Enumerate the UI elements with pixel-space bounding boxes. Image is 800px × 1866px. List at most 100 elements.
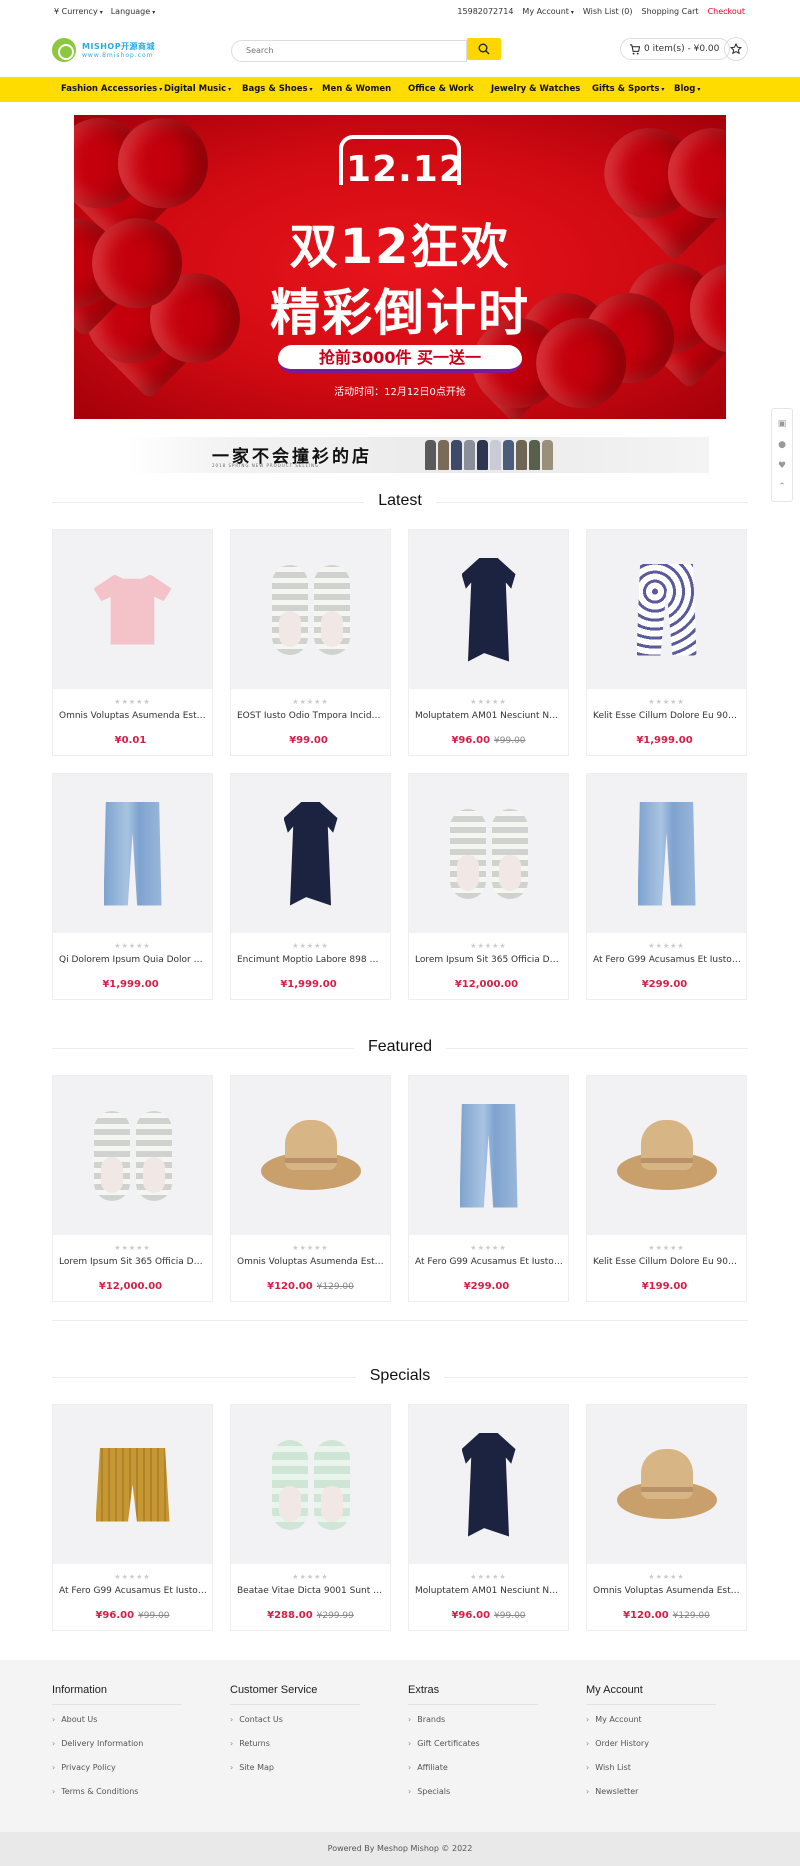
promo-banner[interactable]: 12.12 双12狂欢 精彩倒计时 抢前3000件 买一送一 活动时间：12月1…: [74, 115, 726, 419]
chevron-down-icon: ▾: [159, 86, 163, 93]
footer-link[interactable]: Privacy Policy: [52, 1763, 202, 1772]
nav-item-jewelry-watches[interactable]: Jewelry & Watches: [491, 84, 580, 94]
product-image[interactable]: [53, 1405, 212, 1564]
product-image[interactable]: [53, 774, 212, 933]
product-card[interactable]: ★★★★★ Lorem Ipsum Sit 365 Officia Dolor.…: [408, 773, 569, 1000]
product-image[interactable]: [231, 774, 390, 933]
product-name[interactable]: Lorem Ipsum Sit 365 Officia Dolor...: [415, 955, 563, 965]
nav-item-blog[interactable]: Blog ▾: [674, 84, 700, 94]
product-image[interactable]: [231, 530, 390, 689]
product-image[interactable]: [587, 774, 746, 933]
product-name[interactable]: Kelit Esse Cillum Dolore Eu 909 ...: [593, 1257, 741, 1267]
language-dropdown[interactable]: Language ▾: [111, 7, 156, 16]
product-card[interactable]: ★★★★★ At Fero G99 Acusamus Et Iusto ... …: [52, 1404, 213, 1631]
product-image[interactable]: [587, 1405, 746, 1564]
search-button[interactable]: [467, 38, 501, 60]
footer-link[interactable]: Newsletter: [586, 1787, 736, 1796]
product-name[interactable]: Lorem Ipsum Sit 365 Officia Dolor...: [59, 1257, 207, 1267]
product-image[interactable]: [231, 1076, 390, 1235]
footer-link[interactable]: Order History: [586, 1739, 736, 1748]
product-card[interactable]: ★★★★★ At Fero G99 Acusamus Et Iusto ... …: [586, 773, 747, 1000]
product-name[interactable]: EOST Iusto Odio Tmpora Incidunt: [237, 711, 385, 721]
product-card[interactable]: ★★★★★ Kelit Esse Cillum Dolore Eu 909 ..…: [586, 529, 747, 756]
nav-item-fashion-accessories[interactable]: Fashion Accessories ▾: [61, 84, 162, 94]
checkout-link[interactable]: Checkout: [708, 7, 745, 16]
product-image[interactable]: [409, 774, 568, 933]
product-image[interactable]: [409, 1076, 568, 1235]
user-icon[interactable]: ●: [778, 440, 786, 450]
hat-icon: [616, 1447, 717, 1523]
product-name[interactable]: At Fero G99 Acusamus Et Iusto ...: [593, 955, 741, 965]
shopping-cart-link[interactable]: Shopping Cart: [642, 7, 699, 16]
currency-dropdown[interactable]: ¥ Currency ▾: [54, 7, 103, 16]
product-name[interactable]: At Fero G99 Acusamus Et Iusto ...: [415, 1257, 563, 1267]
product-name[interactable]: Beatae Vitae Dicta 9001 Sunt Expl...: [237, 1586, 385, 1596]
chevron-down-icon: ▾: [309, 86, 313, 93]
product-name[interactable]: Moluptatem AM01 Nesciunt Neque...: [415, 711, 563, 721]
footer-link[interactable]: Gift Certificates: [408, 1739, 558, 1748]
nav-item-men-women[interactable]: Men & Women: [322, 84, 391, 94]
product-name[interactable]: Moluptatem AM01 Nesciunt Neque...: [415, 1586, 563, 1596]
footer-link[interactable]: Returns: [230, 1739, 380, 1748]
product-image[interactable]: [409, 1405, 568, 1564]
back-to-top-icon[interactable]: ⌃: [778, 482, 786, 492]
footer-link[interactable]: Affiliate: [408, 1763, 558, 1772]
product-name[interactable]: Qi Dolorem Ipsum Quia Dolor Sit ...: [59, 955, 207, 965]
wishlist-button[interactable]: [724, 37, 748, 61]
footer-link[interactable]: Terms & Conditions: [52, 1787, 202, 1796]
product-card[interactable]: ★★★★★ Moluptatem AM01 Nesciunt Neque... …: [408, 1404, 569, 1631]
product-image[interactable]: [409, 530, 568, 689]
product-name[interactable]: Omnis Voluptas Asumenda Est Sit...: [59, 711, 207, 721]
footer-link[interactable]: My Account: [586, 1715, 736, 1724]
product-name[interactable]: Kelit Esse Cillum Dolore Eu 909 ...: [593, 711, 741, 721]
footer-link[interactable]: Wish List: [586, 1763, 736, 1772]
product-card[interactable]: ★★★★★ Beatae Vitae Dicta 9001 Sunt Expl.…: [230, 1404, 391, 1631]
product-image[interactable]: [587, 1076, 746, 1235]
nav-item-digital-music[interactable]: Digital Music ▾: [164, 84, 231, 94]
product-price: ¥288.00 ¥299.99: [267, 1610, 354, 1621]
nav-item-office-work[interactable]: Office & Work: [408, 84, 474, 94]
footer-link[interactable]: About Us: [52, 1715, 202, 1724]
cart-icon[interactable]: ▣: [778, 419, 787, 429]
footer-column-my-account: My Account My Account Order History Wish…: [586, 1684, 736, 1811]
logo[interactable]: MISHOP开源商城 www.8mishop.com: [52, 38, 155, 62]
nav-item-gifts-sports[interactable]: Gifts & Sports ▾: [592, 84, 664, 94]
chevron-down-icon: ▾: [99, 9, 103, 16]
footer-link[interactable]: Contact Us: [230, 1715, 380, 1724]
product-image[interactable]: [53, 530, 212, 689]
footer-link[interactable]: Specials: [408, 1787, 558, 1796]
my-account-link[interactable]: My Account ▾: [522, 7, 574, 16]
product-image[interactable]: [587, 530, 746, 689]
footer-link[interactable]: Brands: [408, 1715, 558, 1724]
strip-banner[interactable]: 一家不会撞衫的店 2018 SPRING NEW PRODUCT SELLING: [127, 437, 709, 473]
product-card[interactable]: ★★★★★ Qi Dolorem Ipsum Quia Dolor Sit ..…: [52, 773, 213, 1000]
nav-item-bags-shoes[interactable]: Bags & Shoes ▾: [242, 84, 313, 94]
product-card[interactable]: ★★★★★ Omnis Voluptas Asumenda Est Sit...…: [52, 529, 213, 756]
footer-link[interactable]: Delivery Information: [52, 1739, 202, 1748]
product-card[interactable]: ★★★★★ Moluptatem AM01 Nesciunt Neque... …: [408, 529, 569, 756]
product-price: ¥96.00 ¥99.00: [451, 735, 526, 746]
product-card[interactable]: ★★★★★ Lorem Ipsum Sit 365 Officia Dolor.…: [52, 1075, 213, 1302]
product-image[interactable]: [231, 1405, 390, 1564]
product-name[interactable]: Encimunt Moptio Labore 898 Olim...: [237, 955, 385, 965]
product-card[interactable]: ★★★★★ EOST Iusto Odio Tmpora Incidunt ¥9…: [230, 529, 391, 756]
search-input[interactable]: [231, 39, 467, 62]
product-name[interactable]: At Fero G99 Acusamus Et Iusto ...: [59, 1586, 207, 1596]
cart-button[interactable]: 0 item(s) - ¥0.00: [620, 38, 731, 60]
product-card[interactable]: ★★★★★ At Fero G99 Acusamus Et Iusto ... …: [408, 1075, 569, 1302]
strip-subtitle: 2018 SPRING NEW PRODUCT SELLING: [212, 463, 320, 468]
product-image[interactable]: [53, 1076, 212, 1235]
product-card[interactable]: ★★★★★ Encimunt Moptio Labore 898 Olim...…: [230, 773, 391, 1000]
product-card[interactable]: ★★★★★ Kelit Esse Cillum Dolore Eu 909 ..…: [586, 1075, 747, 1302]
wish-list-link[interactable]: Wish List (0): [583, 7, 633, 16]
product-card[interactable]: ★★★★★ Omnis Voluptas Asumenda Est Sit...…: [586, 1404, 747, 1631]
product-card[interactable]: ★★★★★ Omnis Voluptas Asumenda Est Sit...…: [230, 1075, 391, 1302]
dress-icon: [461, 1432, 516, 1537]
product-name[interactable]: Omnis Voluptas Asumenda Est Sit...: [593, 1586, 741, 1596]
footer-link[interactable]: Site Map: [230, 1763, 380, 1772]
product-price: ¥99.00: [289, 735, 328, 746]
heart-icon[interactable]: ♥: [778, 461, 786, 471]
top-bar: ¥ Currency ▾ Language ▾ 15982072714 My Acc…: [0, 0, 800, 24]
product-name[interactable]: Omnis Voluptas Asumenda Est Sit...: [237, 1257, 385, 1267]
rating-stars: ★★★★★: [114, 1244, 151, 1252]
